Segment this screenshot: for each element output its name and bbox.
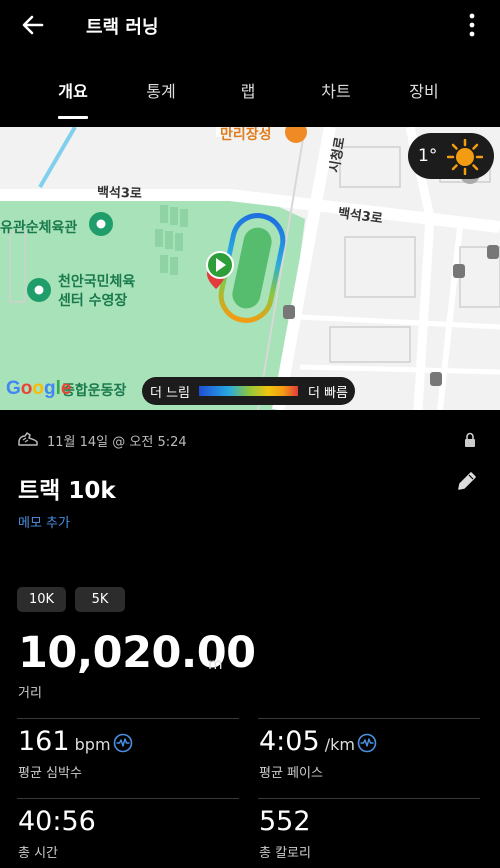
- app-bar: [0, 0, 500, 52]
- pace-wave-icon[interactable]: [357, 733, 377, 753]
- more-options-icon[interactable]: [462, 12, 482, 38]
- pace-legend-fast-label: 더 빠름: [308, 386, 349, 401]
- lock-icon[interactable]: [463, 432, 477, 447]
- tab-laps[interactable]: 랩: [208, 78, 288, 102]
- total-calories-label: 총 칼로리: [259, 846, 311, 861]
- avg-pace-unit: /km: [324, 735, 355, 754]
- weather-temperature: 1°: [418, 146, 438, 166]
- avg-pace-label: 평균 페이스: [259, 766, 323, 781]
- avg-pace-value: 4:05: [259, 726, 320, 757]
- avg-heart-rate-unit: bpm: [74, 735, 111, 754]
- avg-heart-rate-label: 평균 심박수: [18, 766, 82, 781]
- total-time-value: 40:56: [18, 806, 96, 837]
- total-calories-value: 552: [259, 806, 311, 837]
- total-time-label: 총 시간: [18, 846, 59, 861]
- best-effort-chip[interactable]: 10K: [17, 587, 66, 612]
- pace-gradient-bar: [199, 386, 298, 396]
- activity-date: 11월 14일 @ 오전 5:24: [47, 435, 187, 450]
- map-label-place: 천안국민체육: [58, 274, 136, 290]
- heart-rate-wave-icon[interactable]: [113, 733, 133, 753]
- divider: [258, 718, 480, 719]
- map-label-road: 백석3로: [96, 185, 143, 202]
- divider: [17, 718, 239, 719]
- activity-title: 트랙 10k: [18, 478, 116, 504]
- distance-label: 거리: [18, 686, 42, 701]
- divider: [17, 798, 239, 799]
- google-logo: Google: [6, 378, 72, 399]
- map-label-place: 만리장성: [220, 127, 272, 143]
- sun-icon: [447, 139, 483, 175]
- avg-heart-rate-stat: 161 bpm: [18, 726, 111, 757]
- pace-legend-slow-label: 더 느림: [150, 386, 191, 401]
- tab-stats[interactable]: 통계: [121, 78, 201, 102]
- tab-bar: 개요 통계 랩 차트 장비: [0, 72, 500, 120]
- edit-pencil-icon[interactable]: [456, 470, 478, 492]
- running-shoe-icon: [18, 432, 38, 446]
- avg-heart-rate-value: 161: [18, 726, 70, 757]
- add-memo-link[interactable]: 메모 추가: [18, 512, 70, 531]
- tab-gear[interactable]: 장비: [384, 78, 464, 102]
- back-arrow-icon[interactable]: [20, 12, 46, 38]
- map-label-place: 유관순체육관: [0, 220, 78, 236]
- page-title: 트랙 러닝: [86, 17, 159, 38]
- divider: [258, 798, 480, 799]
- avg-pace-stat: 4:05 /km: [259, 726, 355, 757]
- map-label-place: 센터 수영장: [58, 293, 128, 309]
- best-effort-chip[interactable]: 5K: [75, 587, 125, 612]
- map-label-place: 종합운동장: [62, 383, 127, 399]
- tab-overview[interactable]: 개요: [33, 78, 113, 102]
- tab-charts[interactable]: 차트: [296, 78, 376, 102]
- distance-unit: m: [208, 655, 223, 673]
- active-tab-indicator: [58, 116, 88, 119]
